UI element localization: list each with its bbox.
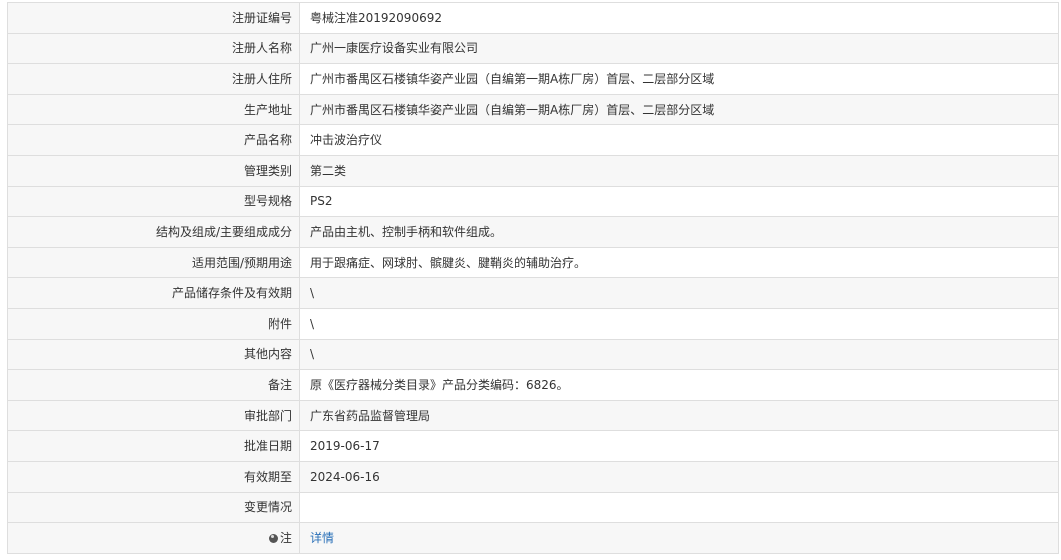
row-value-management-class: 第二类 — [299, 154, 1059, 187]
row-value-structure: 产品由主机、控制手柄和软件组成。 — [299, 216, 1059, 248]
table-row: 审批部门 广东省药品监督管理局 — [7, 399, 1059, 432]
row-value-production-address: 广州市番禺区石楼镇华姿产业园（自编第一期A栋厂房）首层、二层部分区域 — [299, 93, 1059, 126]
row-value-registration-no: 粤械注准20192090692 — [299, 2, 1059, 34]
table-row: 注册证编号 粤械注准20192090692 — [7, 2, 1059, 34]
note-label: 注 — [279, 530, 292, 545]
table-row: 产品名称 冲击波治疗仪 — [7, 124, 1059, 156]
table-row: 备注 原《医疗器械分类目录》产品分类编码：6826。 — [7, 369, 1059, 401]
row-label-note: 注 — [7, 522, 300, 554]
table-row: 产品储存条件及有效期 \ — [7, 277, 1059, 309]
table-row: 管理类别 第二类 — [7, 154, 1059, 187]
table-row: 附件 \ — [7, 307, 1059, 340]
row-label-other: 其他内容 — [7, 338, 300, 371]
registration-detail-table: 注册证编号 粤械注准20192090692 注册人名称 广州一康医疗设备实业有限公司… — [7, 2, 1059, 554]
row-value-changes — [299, 491, 1059, 524]
table-row: 批准日期 2019-06-17 — [7, 430, 1059, 462]
row-value-product-name: 冲击波治疗仪 — [299, 124, 1059, 156]
table-row: 注 详情 — [7, 522, 1059, 554]
row-value-registrant-address: 广州市番禺区石楼镇华姿产业园（自编第一期A栋厂房）首层、二层部分区域 — [299, 63, 1059, 95]
row-label-registration-no: 注册证编号 — [7, 2, 300, 34]
row-label-intended-use: 适用范围/预期用途 — [7, 246, 300, 279]
row-label-approval-date: 批准日期 — [7, 430, 300, 462]
row-value-other: \ — [299, 338, 1059, 371]
table-row: 结构及组成/主要组成成分 产品由主机、控制手柄和软件组成。 — [7, 216, 1059, 248]
row-label-changes: 变更情况 — [7, 491, 300, 524]
table-row: 注册人名称 广州一康医疗设备实业有限公司 — [7, 32, 1059, 65]
pin-icon — [268, 533, 278, 543]
row-label-storage: 产品储存条件及有效期 — [7, 277, 300, 309]
row-label-registrant-address: 注册人住所 — [7, 63, 300, 95]
row-label-product-name: 产品名称 — [7, 124, 300, 156]
row-label-production-address: 生产地址 — [7, 93, 300, 126]
row-label-valid-until: 有效期至 — [7, 460, 300, 493]
row-label-structure: 结构及组成/主要组成成分 — [7, 216, 300, 248]
row-value-valid-until: 2024-06-16 — [299, 460, 1059, 493]
table-row: 型号规格 PS2 — [7, 185, 1059, 218]
row-label-registrant-name: 注册人名称 — [7, 32, 300, 65]
row-label-model-spec: 型号规格 — [7, 185, 300, 218]
row-value-intended-use: 用于跟痛症、网球肘、髌腱炎、腱鞘炎的辅助治疗。 — [299, 246, 1059, 279]
row-value-model-spec: PS2 — [299, 185, 1059, 218]
registration-detail-panel: 注册证编号 粤械注准20192090692 注册人名称 广州一康医疗设备实业有限公司… — [7, 2, 1059, 554]
row-value-note: 详情 — [299, 522, 1059, 554]
details-link[interactable]: 详情 — [310, 531, 334, 545]
row-label-approval-dept: 审批部门 — [7, 399, 300, 432]
row-label-management-class: 管理类别 — [7, 154, 300, 187]
row-value-approval-date: 2019-06-17 — [299, 430, 1059, 462]
table-row: 其他内容 \ — [7, 338, 1059, 371]
table-row: 注册人住所 广州市番禺区石楼镇华姿产业园（自编第一期A栋厂房）首层、二层部分区域 — [7, 63, 1059, 95]
row-label-remarks: 备注 — [7, 369, 300, 401]
row-value-remarks: 原《医疗器械分类目录》产品分类编码：6826。 — [299, 369, 1059, 401]
row-value-approval-dept: 广东省药品监督管理局 — [299, 399, 1059, 432]
table-row: 有效期至 2024-06-16 — [7, 460, 1059, 493]
row-value-storage: \ — [299, 277, 1059, 309]
row-value-accessories: \ — [299, 307, 1059, 340]
row-value-registrant-name: 广州一康医疗设备实业有限公司 — [299, 32, 1059, 65]
table-row: 生产地址 广州市番禺区石楼镇华姿产业园（自编第一期A栋厂房）首层、二层部分区域 — [7, 93, 1059, 126]
row-label-accessories: 附件 — [7, 307, 300, 340]
table-row: 变更情况 — [7, 491, 1059, 524]
table-row: 适用范围/预期用途 用于跟痛症、网球肘、髌腱炎、腱鞘炎的辅助治疗。 — [7, 246, 1059, 279]
